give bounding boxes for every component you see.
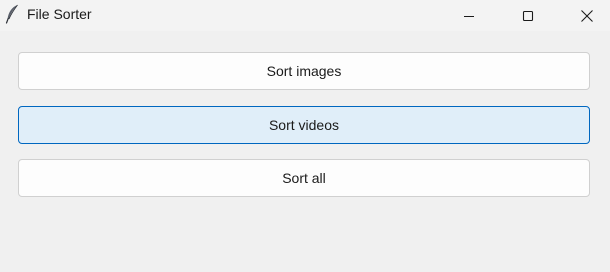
- sort-videos-label: Sort videos: [268, 117, 340, 133]
- maximize-button[interactable]: [505, 0, 551, 31]
- feather-icon: [5, 4, 19, 24]
- title-bar[interactable]: File Sorter: [0, 0, 610, 31]
- sort-images-label: Sort images: [266, 63, 342, 79]
- minimize-icon: [463, 10, 475, 22]
- sort-all-button[interactable]: Sort all: [18, 159, 590, 197]
- maximize-icon: [522, 10, 534, 22]
- window-content: Sort images Sort videos Sort all: [0, 31, 610, 272]
- window-title: File Sorter: [27, 6, 92, 22]
- minimize-button[interactable]: [446, 0, 492, 31]
- sort-images-button[interactable]: Sort images: [18, 52, 590, 90]
- sort-all-label: Sort all: [282, 170, 326, 186]
- sort-videos-button[interactable]: Sort videos: [18, 106, 590, 144]
- close-button[interactable]: [564, 0, 610, 31]
- close-icon: [580, 9, 594, 23]
